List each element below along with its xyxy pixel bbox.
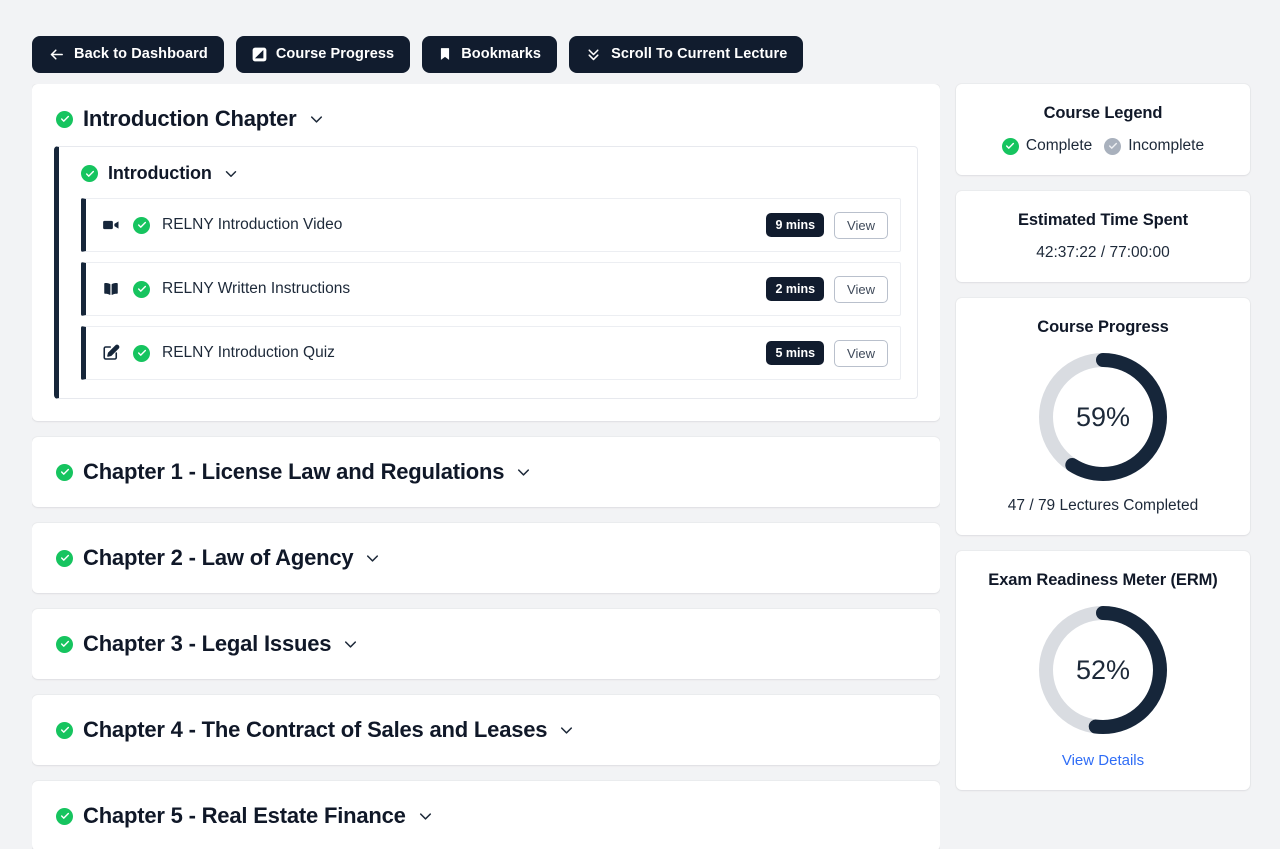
estimated-time-spent-title: Estimated Time Spent xyxy=(972,211,1234,230)
status-complete-icon xyxy=(56,550,73,567)
lecture-title: RELNY Introduction Video xyxy=(162,216,766,234)
status-complete-icon xyxy=(56,808,73,825)
chevron-down-icon xyxy=(557,721,576,740)
legend-incomplete-label: Incomplete xyxy=(1128,137,1204,155)
scroll-to-current-lecture-button[interactable]: Scroll To Current Lecture xyxy=(569,36,803,73)
erm-percent: 52% xyxy=(1037,604,1169,736)
erm-view-details-link[interactable]: View Details xyxy=(1062,752,1144,769)
course-legend-title: Course Legend xyxy=(972,104,1234,123)
course-progress-card-title: Course Progress xyxy=(972,318,1234,337)
chapter-title: Chapter 2 - Law of Agency xyxy=(83,545,353,571)
course-progress-donut-wrap: 59% xyxy=(972,351,1234,483)
pencil-square-icon xyxy=(100,344,122,362)
status-complete-icon xyxy=(56,636,73,653)
status-complete-icon xyxy=(81,165,98,182)
view-lecture-button[interactable]: View xyxy=(834,212,888,239)
lecture-title: RELNY Introduction Quiz xyxy=(162,344,766,362)
chapter-header-chapter-5[interactable]: Chapter 5 - Real Estate Finance xyxy=(32,781,940,849)
top-toolbar: Back to Dashboard Course Progress Bookma… xyxy=(0,0,1280,84)
lecture-duration-badge: 9 mins xyxy=(766,213,824,237)
bookmark-icon xyxy=(438,46,452,62)
exam-readiness-meter-title: Exam Readiness Meter (ERM) xyxy=(972,571,1234,590)
scroll-to-current-lecture-label: Scroll To Current Lecture xyxy=(611,46,787,62)
lecture-row[interactable]: RELNY Introduction Video 9 mins View xyxy=(81,198,901,252)
course-progress-card: Course Progress 59% 47 / 79 Lectures Com… xyxy=(956,298,1250,535)
lecture-list: RELNY Introduction Video 9 mins View xyxy=(59,198,917,398)
section-block: Introduction xyxy=(54,146,918,399)
legend-item-complete: Complete xyxy=(1002,137,1092,155)
page-body: Introduction Chapter Introduction xyxy=(0,84,1280,849)
erm-donut-wrap: 52% xyxy=(972,604,1234,736)
chevron-down-icon xyxy=(363,549,382,568)
chapter-block: Chapter 5 - Real Estate Finance xyxy=(32,781,940,849)
status-complete-icon xyxy=(56,464,73,481)
open-book-icon xyxy=(100,280,122,298)
lecture-row[interactable]: RELNY Written Instructions 2 mins View xyxy=(81,262,901,316)
back-to-dashboard-button[interactable]: Back to Dashboard xyxy=(32,36,224,73)
chevron-down-icon xyxy=(514,463,533,482)
chevron-down-icon xyxy=(222,165,240,183)
bookmarks-label: Bookmarks xyxy=(461,46,541,62)
sidebar: Course Legend Complete Incomplete Esti xyxy=(956,84,1250,849)
chapter-title: Chapter 3 - Legal Issues xyxy=(83,631,331,657)
legend-complete-label: Complete xyxy=(1026,137,1092,155)
lecture-row[interactable]: RELNY Introduction Quiz 5 mins View xyxy=(81,326,901,380)
exam-readiness-meter-card: Exam Readiness Meter (ERM) 52% View Deta… xyxy=(956,551,1250,790)
lecture-title: RELNY Written Instructions xyxy=(162,280,766,298)
chapter-header-chapter-1[interactable]: Chapter 1 - License Law and Regulations xyxy=(32,437,940,507)
chapter-title: Chapter 4 - The Contract of Sales and Le… xyxy=(83,717,547,743)
status-complete-icon xyxy=(56,111,73,128)
back-to-dashboard-label: Back to Dashboard xyxy=(74,46,208,62)
bar-chart-icon xyxy=(252,47,267,62)
chapter-title: Chapter 5 - Real Estate Finance xyxy=(83,803,406,829)
course-progress-caption: 47 / 79 Lectures Completed xyxy=(972,497,1234,515)
status-complete-icon xyxy=(133,217,150,234)
chevron-down-icon xyxy=(307,110,326,129)
view-lecture-button[interactable]: View xyxy=(834,340,888,367)
course-progress-label: Course Progress xyxy=(276,46,394,62)
video-camera-icon xyxy=(100,216,122,234)
chevron-down-icon xyxy=(341,635,360,654)
arrow-left-icon xyxy=(48,46,65,63)
chapter-header-chapter-3[interactable]: Chapter 3 - Legal Issues xyxy=(32,609,940,679)
section-header-introduction[interactable]: Introduction xyxy=(59,147,917,198)
chapter-header-chapter-4[interactable]: Chapter 4 - The Contract of Sales and Le… xyxy=(32,695,940,765)
course-progress-button[interactable]: Course Progress xyxy=(236,36,410,73)
double-chevron-down-icon xyxy=(585,46,602,63)
erm-donut: 52% xyxy=(1037,604,1169,736)
section-title: Introduction xyxy=(108,163,212,184)
course-legend-card: Course Legend Complete Incomplete xyxy=(956,84,1250,175)
status-complete-icon xyxy=(133,345,150,362)
chapter-block: Chapter 3 - Legal Issues xyxy=(32,609,940,679)
estimated-time-spent-card: Estimated Time Spent 42:37:22 / 77:00:00 xyxy=(956,191,1250,282)
chapter-block: Chapter 2 - Law of Agency xyxy=(32,523,940,593)
estimated-time-spent-value: 42:37:22 / 77:00:00 xyxy=(972,244,1234,262)
status-complete-icon xyxy=(56,722,73,739)
course-progress-donut: 59% xyxy=(1037,351,1169,483)
legend-items: Complete Incomplete xyxy=(972,137,1234,155)
chapter-title: Introduction Chapter xyxy=(83,106,297,132)
lecture-duration-badge: 2 mins xyxy=(766,277,824,301)
chapter-title: Chapter 1 - License Law and Regulations xyxy=(83,459,504,485)
chapter-block: Introduction Chapter Introduction xyxy=(32,84,940,421)
chapter-header-introduction-chapter[interactable]: Introduction Chapter xyxy=(32,84,940,146)
status-complete-icon xyxy=(1002,138,1019,155)
chapter-header-chapter-2[interactable]: Chapter 2 - Law of Agency xyxy=(32,523,940,593)
chapter-block: Chapter 1 - License Law and Regulations xyxy=(32,437,940,507)
legend-item-incomplete: Incomplete xyxy=(1104,137,1204,155)
section-list: Introduction xyxy=(32,146,940,421)
chapter-block: Chapter 4 - The Contract of Sales and Le… xyxy=(32,695,940,765)
bookmarks-button[interactable]: Bookmarks xyxy=(422,36,557,73)
view-lecture-button[interactable]: View xyxy=(834,276,888,303)
status-incomplete-icon xyxy=(1104,138,1121,155)
chevron-down-icon xyxy=(416,807,435,826)
course-progress-percent: 59% xyxy=(1037,351,1169,483)
status-complete-icon xyxy=(133,281,150,298)
lecture-duration-badge: 5 mins xyxy=(766,341,824,365)
chapter-list: Introduction Chapter Introduction xyxy=(32,84,940,849)
